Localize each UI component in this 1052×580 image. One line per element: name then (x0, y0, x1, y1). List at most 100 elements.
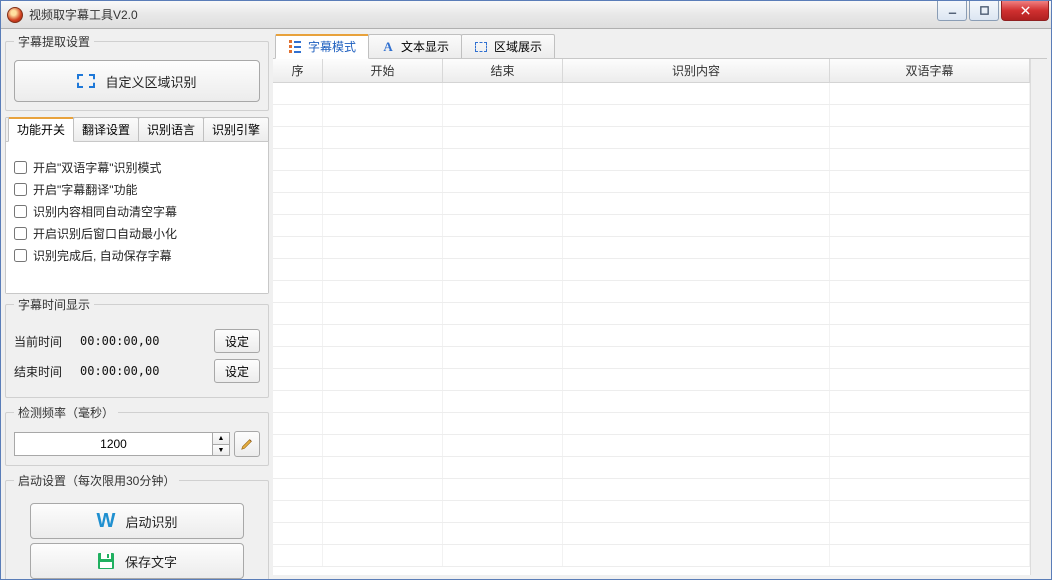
table-row[interactable] (273, 149, 1030, 171)
table-row[interactable] (273, 127, 1030, 149)
checkbox-bilingual[interactable] (14, 161, 27, 174)
table-row[interactable] (273, 545, 1030, 567)
left-panel: 字幕提取设置 自定义区域识别 功能开关 翻译设置 识别语言 识别引擎 开启"双语… (5, 33, 269, 575)
minimize-button[interactable] (937, 1, 967, 21)
table-row[interactable] (273, 193, 1030, 215)
table-row[interactable] (273, 83, 1030, 105)
window-title: 视频取字幕工具V2.0 (29, 6, 138, 23)
region-icon-wrap (474, 40, 488, 54)
table-row[interactable] (273, 215, 1030, 237)
extract-settings-legend: 字幕提取设置 (14, 33, 94, 50)
current-time-label: 当前时间 (14, 333, 70, 350)
checkbox-translate[interactable] (14, 183, 27, 196)
close-icon (1020, 5, 1031, 16)
frequency-legend: 检测频率（毫秒） (14, 404, 118, 421)
spin-up-button[interactable]: ▲ (212, 432, 230, 444)
check-auto-minimize[interactable]: 开启识别后窗口自动最小化 (14, 225, 260, 242)
right-tabstrip: 字幕模式 A 文本显示 区域展示 (273, 33, 1047, 59)
check-auto-save[interactable]: 识别完成后, 自动保存字幕 (14, 247, 260, 264)
w-icon: W (97, 511, 116, 531)
maximize-button[interactable] (969, 1, 999, 21)
time-display-legend: 字幕时间显示 (14, 296, 94, 313)
col-bilingual[interactable]: 双语字幕 (830, 59, 1030, 82)
set-current-time-button[interactable]: 设定 (214, 329, 260, 353)
tab-recognize-language[interactable]: 识别语言 (138, 117, 204, 141)
end-time-label: 结束时间 (14, 363, 70, 380)
app-icon (7, 7, 23, 23)
table-row[interactable] (273, 523, 1030, 545)
table-row[interactable] (273, 105, 1030, 127)
table-row[interactable] (273, 413, 1030, 435)
end-time-value: 00:00:00,00 (80, 364, 204, 378)
left-tabstrip: 功能开关 翻译设置 识别语言 识别引擎 (6, 118, 268, 142)
start-settings-legend: 启动设置（每次限用30分钟） (14, 472, 179, 489)
custom-region-label: 自定义区域识别 (105, 72, 196, 91)
start-settings-group: 启动设置（每次限用30分钟） W 启动识别 保存文字 (5, 472, 269, 579)
checkbox-minimize[interactable] (14, 227, 27, 240)
check-auto-clear[interactable]: 识别内容相同自动清空字幕 (14, 203, 260, 220)
table-row[interactable] (273, 303, 1030, 325)
check-translate-enable[interactable]: 开启"字幕翻译"功能 (14, 181, 260, 198)
maximize-icon (979, 5, 990, 16)
table-row[interactable] (273, 435, 1030, 457)
col-end[interactable]: 结束 (443, 59, 563, 82)
table-row[interactable] (273, 325, 1030, 347)
table-row[interactable] (273, 171, 1030, 193)
save-text-button[interactable]: 保存文字 (30, 543, 244, 579)
body: 字幕提取设置 自定义区域识别 功能开关 翻译设置 识别语言 识别引擎 开启"双语… (1, 29, 1051, 579)
set-end-time-button[interactable]: 设定 (214, 359, 260, 383)
spin-down-button[interactable]: ▼ (212, 444, 230, 456)
region-dashed-icon (475, 42, 487, 52)
table-row[interactable] (273, 457, 1030, 479)
minimize-icon (947, 5, 958, 16)
check-bilingual-mode[interactable]: 开启"双语字幕"识别模式 (14, 159, 260, 176)
current-time-row: 当前时间 00:00:00,00 设定 (14, 329, 260, 353)
grid-rows (273, 83, 1030, 567)
custom-region-button[interactable]: 自定义区域识别 (14, 60, 260, 102)
table-row[interactable] (273, 347, 1030, 369)
table-row[interactable] (273, 501, 1030, 523)
save-text-label: 保存文字 (125, 552, 177, 571)
frequency-group: 检测频率（毫秒） ▲ ▼ (5, 404, 269, 466)
close-button[interactable] (1001, 1, 1049, 21)
end-time-row: 结束时间 00:00:00,00 设定 (14, 359, 260, 383)
tab-function-switch[interactable]: 功能开关 (8, 117, 74, 142)
table-row[interactable] (273, 237, 1030, 259)
start-recognition-button[interactable]: W 启动识别 (30, 503, 244, 539)
app-window: 视频取字幕工具V2.0 字幕提取设置 自定义区域识别 (0, 0, 1052, 580)
titlebar[interactable]: 视频取字幕工具V2.0 (1, 1, 1051, 29)
tab-subtitle-mode[interactable]: 字幕模式 (275, 34, 369, 59)
tab-recognize-engine[interactable]: 识别引擎 (203, 117, 269, 141)
frequency-input[interactable] (14, 432, 212, 456)
table-row[interactable] (273, 391, 1030, 413)
edit-frequency-button[interactable] (234, 431, 260, 457)
tab-translate-settings[interactable]: 翻译设置 (73, 117, 139, 141)
table-row[interactable] (273, 479, 1030, 501)
function-tabs: 功能开关 翻译设置 识别语言 识别引擎 开启"双语字幕"识别模式 开启"字幕翻译… (5, 117, 269, 294)
checkbox-autosave[interactable] (14, 249, 27, 262)
current-time-value: 00:00:00,00 (80, 334, 204, 348)
region-select-icon (77, 74, 95, 88)
frequency-row: ▲ ▼ (14, 431, 260, 457)
time-display-group: 字幕时间显示 当前时间 00:00:00,00 设定 结束时间 00:00:00… (5, 296, 269, 398)
text-a-icon: A (381, 40, 395, 54)
tab-content-function: 开启"双语字幕"识别模式 开启"字幕翻译"功能 识别内容相同自动清空字幕 开启识… (6, 142, 268, 293)
right-panel: 字幕模式 A 文本显示 区域展示 序 开始 结束 识别内容 (273, 33, 1047, 575)
table-row[interactable] (273, 281, 1030, 303)
col-start[interactable]: 开始 (323, 59, 443, 82)
floppy-icon (97, 552, 115, 570)
subtitle-grid[interactable]: 序 开始 结束 识别内容 双语字幕 (273, 59, 1030, 575)
col-content[interactable]: 识别内容 (563, 59, 830, 82)
tab-text-display[interactable]: A 文本显示 (368, 34, 462, 58)
spin-buttons: ▲ ▼ (212, 432, 230, 456)
tab-region-display[interactable]: 区域展示 (461, 34, 555, 58)
table-row[interactable] (273, 259, 1030, 281)
window-controls (937, 1, 1051, 21)
vertical-scrollbar[interactable] (1030, 59, 1047, 575)
extract-settings-group: 字幕提取设置 自定义区域识别 (5, 33, 269, 111)
table-row[interactable] (273, 369, 1030, 391)
list-icon (288, 40, 302, 54)
col-sequence[interactable]: 序 (273, 59, 323, 82)
checkbox-autoclear[interactable] (14, 205, 27, 218)
pencil-icon (240, 437, 254, 451)
